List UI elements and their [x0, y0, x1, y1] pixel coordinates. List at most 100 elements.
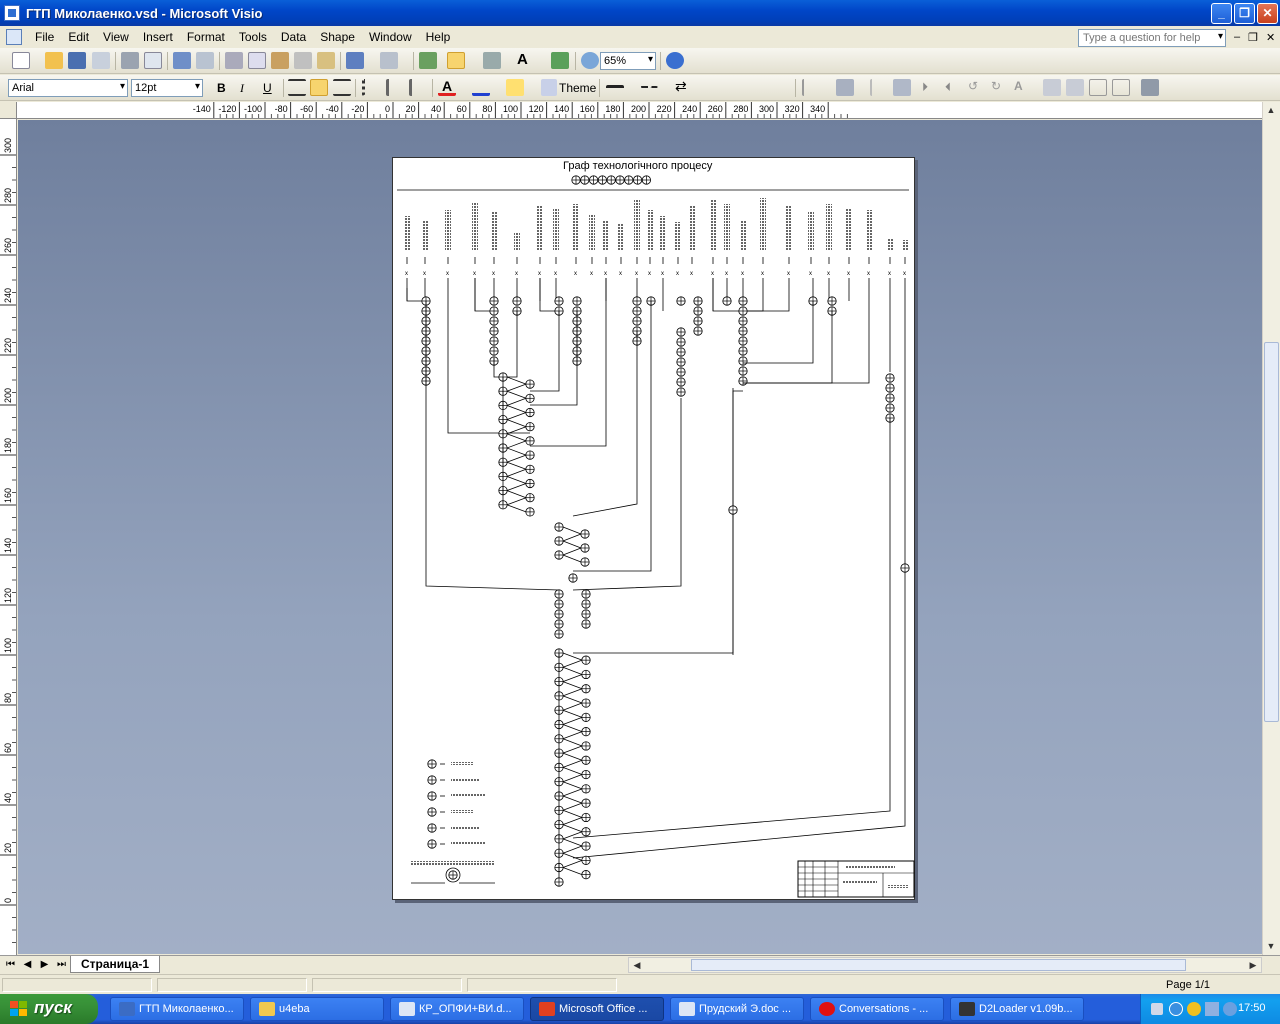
- vertical-scroll-thumb[interactable]: [1264, 342, 1279, 722]
- delete-icon[interactable]: [294, 52, 312, 69]
- next-page-icon[interactable]: ▶: [37, 957, 52, 972]
- scroll-up-icon[interactable]: ▲: [1263, 102, 1279, 118]
- align-right-icon[interactable]: [333, 79, 351, 96]
- increase-indent-icon[interactable]: [409, 79, 427, 96]
- bring-to-front-icon[interactable]: [1089, 79, 1107, 96]
- font-color-icon[interactable]: A: [438, 79, 456, 96]
- task-d2loader[interactable]: D2Loader v1.09b...: [950, 997, 1084, 1021]
- connector-tool-icon[interactable]: [483, 52, 501, 69]
- menu-data[interactable]: Data: [274, 30, 313, 44]
- align-center-icon[interactable]: [310, 79, 328, 96]
- bold-button[interactable]: B: [217, 81, 226, 95]
- language-icon[interactable]: [1151, 1003, 1163, 1015]
- task-folder[interactable]: u4eba: [250, 997, 384, 1021]
- menu-insert[interactable]: Insert: [136, 30, 180, 44]
- size-position-icon[interactable]: [870, 79, 888, 96]
- volume-icon[interactable]: [1223, 1002, 1237, 1016]
- vertical-ruler[interactable]: 300 280 260 240 220 200 180 160 140 120 100 80 60 40 2…: [0, 119, 17, 955]
- drawing-page[interactable]: Граф технологічного процесу xxxxxxxxxxxx…: [392, 157, 915, 900]
- distribute-icon[interactable]: [836, 79, 854, 96]
- permission-icon[interactable]: [92, 52, 110, 69]
- menu-window[interactable]: Window: [362, 30, 419, 44]
- decrease-indent-icon[interactable]: [386, 79, 404, 96]
- task-office[interactable]: Microsoft Office ...: [530, 997, 664, 1021]
- align-left-icon[interactable]: [288, 79, 306, 96]
- close-button[interactable]: ✕: [1257, 3, 1278, 24]
- ruler-corner[interactable]: [0, 102, 17, 119]
- help-icon[interactable]: [666, 52, 684, 69]
- scroll-left-icon[interactable]: ◀: [629, 957, 645, 973]
- connection-point-icon[interactable]: [551, 52, 569, 69]
- group-icon[interactable]: [893, 79, 911, 96]
- copy-icon[interactable]: [248, 52, 266, 69]
- horizontal-scrollbar[interactable]: ◀ ▶: [628, 957, 1262, 973]
- format-painter-icon[interactable]: [317, 52, 335, 69]
- menu-format[interactable]: Format: [180, 30, 232, 44]
- rotate-right-icon[interactable]: ↻: [991, 79, 1009, 96]
- paste-icon[interactable]: [271, 52, 289, 69]
- line-color-icon[interactable]: [472, 79, 490, 96]
- align-shapes-icon[interactable]: [802, 79, 820, 96]
- menu-tools[interactable]: Tools: [232, 30, 274, 44]
- zoom-combo[interactable]: 65%: [600, 52, 656, 70]
- scroll-right-icon[interactable]: ▶: [1245, 957, 1261, 973]
- underline-button[interactable]: U: [263, 81, 272, 95]
- task-word-1[interactable]: КР_ОПФИ+ВИ.d...: [390, 997, 524, 1021]
- print-preview-icon[interactable]: [144, 52, 162, 69]
- vertical-scrollbar[interactable]: ▲ ▼: [1262, 102, 1280, 955]
- send-to-back-icon[interactable]: [1112, 79, 1130, 96]
- italic-button[interactable]: I: [240, 81, 244, 96]
- line-ends-icon[interactable]: ⇄: [675, 79, 693, 96]
- menu-help[interactable]: Help: [419, 30, 458, 44]
- menu-shape[interactable]: Shape: [313, 30, 362, 44]
- open-icon[interactable]: [45, 52, 63, 69]
- pan-zoom-icon[interactable]: [581, 52, 599, 69]
- font-name-combo[interactable]: Arial: [8, 79, 128, 97]
- drawing-canvas[interactable]: Граф технологічного процесу xxxxxxxxxxxx…: [18, 120, 1262, 954]
- rotate-text-icon[interactable]: A: [1014, 79, 1032, 96]
- process-graph[interactable]: xxxxxxxxxxxxxxxxxxxxxxxxxxxx: [393, 158, 916, 901]
- line-weight-icon[interactable]: [606, 85, 624, 91]
- redo-icon[interactable]: [380, 52, 398, 69]
- doc-close-icon[interactable]: ✕: [1266, 31, 1275, 44]
- doc-restore-icon[interactable]: ❐: [1248, 31, 1258, 44]
- monitor-icon[interactable]: [1205, 1002, 1219, 1016]
- fill-color-icon[interactable]: [506, 79, 524, 96]
- task-word-2[interactable]: Прудский Э.doc ...: [670, 997, 804, 1021]
- network-icon[interactable]: [1169, 1002, 1183, 1016]
- first-page-icon[interactable]: ⏮: [3, 957, 18, 972]
- previous-page-icon[interactable]: ◀: [20, 957, 35, 972]
- maximize-button[interactable]: ❐: [1234, 3, 1255, 24]
- flip-horizontal-icon[interactable]: ⏵: [922, 79, 940, 96]
- undo-icon[interactable]: [346, 52, 364, 69]
- horizontal-ruler[interactable]: -140 -120 -100 -80 -60 -40 -20 0 20 40 60 80 100 120 1…: [17, 102, 1263, 119]
- print-icon[interactable]: [121, 52, 139, 69]
- rotate-left-icon[interactable]: ↺: [968, 79, 986, 96]
- line-pattern-icon[interactable]: [640, 86, 658, 90]
- send-backward-icon[interactable]: [1066, 79, 1084, 96]
- menu-edit[interactable]: Edit: [61, 30, 96, 44]
- save-icon[interactable]: [68, 52, 86, 69]
- menu-view[interactable]: View: [96, 30, 136, 44]
- flip-vertical-icon[interactable]: ⏴: [945, 79, 963, 96]
- doc-minimize-icon[interactable]: –: [1234, 31, 1240, 43]
- document-icon[interactable]: [6, 29, 22, 45]
- theme-icon[interactable]: [541, 79, 557, 96]
- pointer-tool-icon[interactable]: [447, 52, 465, 69]
- minimize-button[interactable]: _: [1211, 3, 1232, 24]
- messenger-icon[interactable]: [1187, 1002, 1201, 1016]
- page-tab-1[interactable]: Страница-1: [70, 956, 161, 973]
- start-button[interactable]: пуск: [0, 994, 98, 1024]
- new-icon[interactable]: [12, 52, 30, 69]
- task-opera[interactable]: Conversations - ...: [810, 997, 944, 1021]
- bullets-icon[interactable]: [362, 79, 380, 96]
- horizontal-scroll-thumb[interactable]: [691, 959, 1186, 971]
- last-page-icon[interactable]: ⏭: [54, 957, 69, 972]
- menu-file[interactable]: File: [28, 30, 61, 44]
- theme-button[interactable]: Theme: [559, 81, 596, 95]
- shapes-icon[interactable]: [419, 52, 437, 69]
- layer-properties-icon[interactable]: [1141, 79, 1159, 96]
- font-size-combo[interactable]: 12pt: [131, 79, 203, 97]
- help-question-input[interactable]: Type a question for help: [1078, 29, 1226, 47]
- visio-app-icon[interactable]: [4, 5, 20, 21]
